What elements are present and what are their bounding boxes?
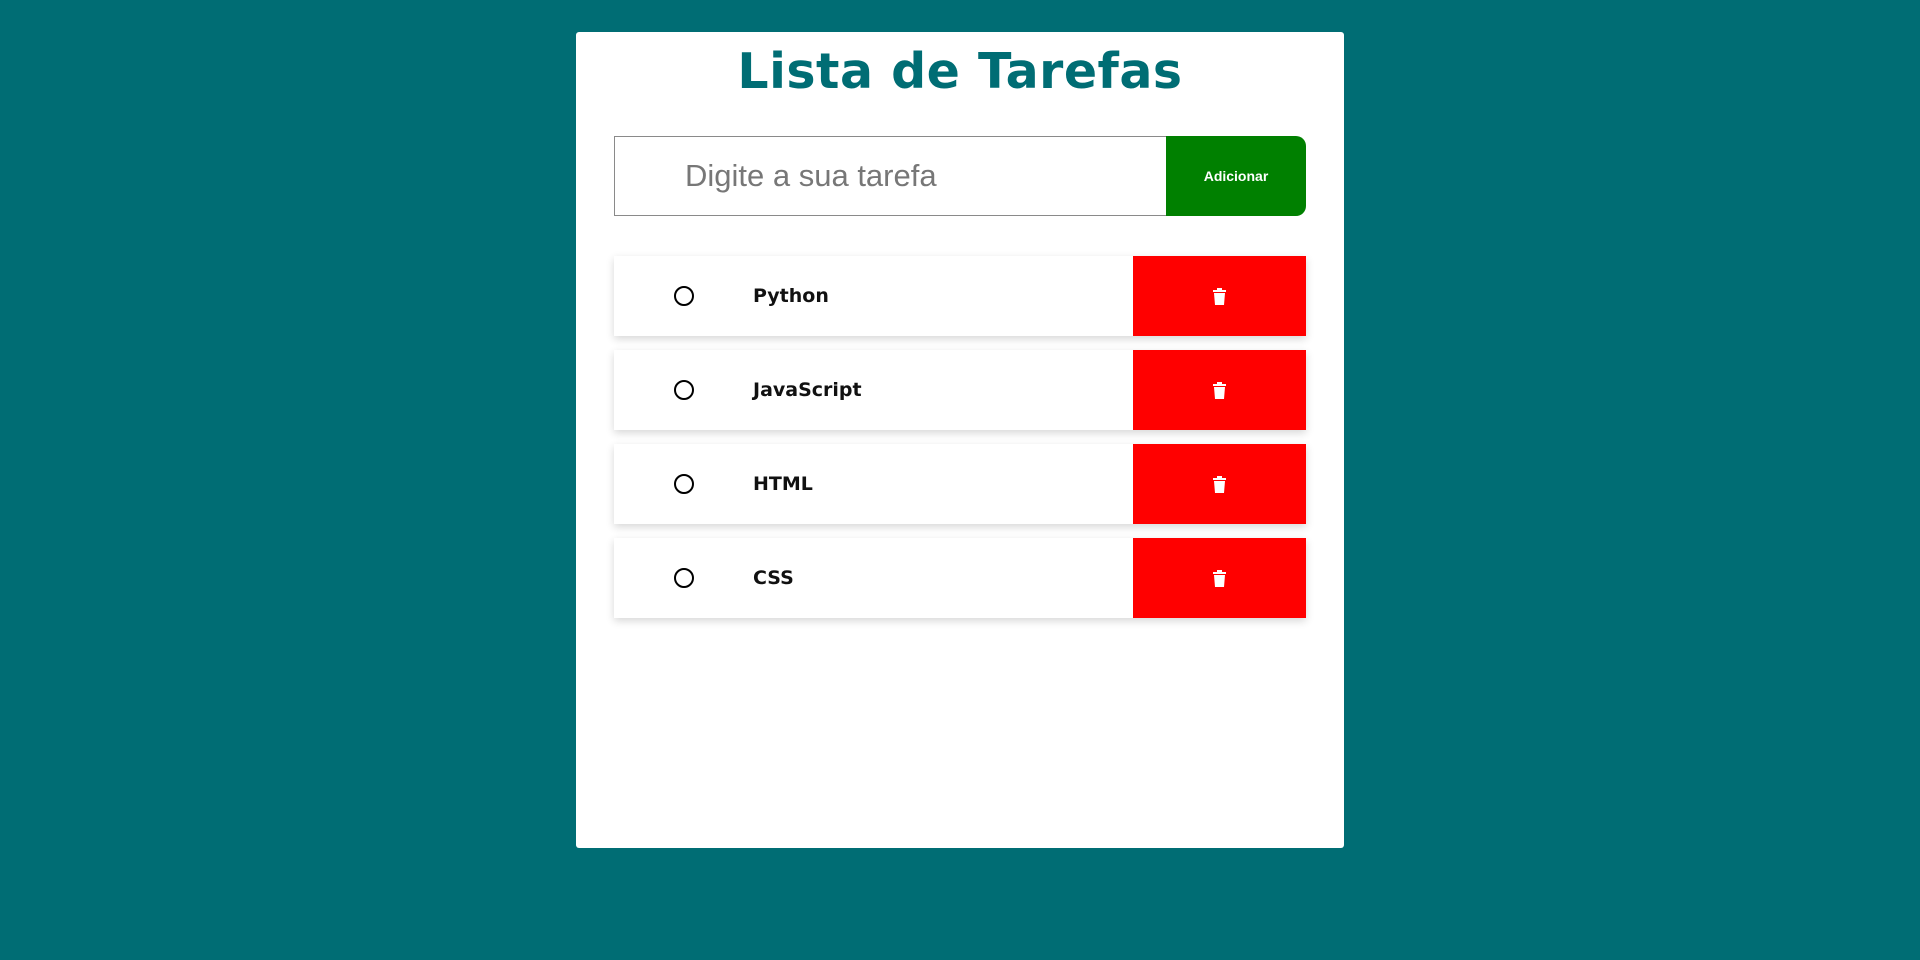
page-title: Lista de Tarefas xyxy=(737,43,1183,100)
delete-button[interactable] xyxy=(1133,256,1306,336)
task-label: Python xyxy=(753,285,829,307)
task-item: JavaScript xyxy=(614,350,1306,430)
task-item: HTML xyxy=(614,444,1306,524)
add-task-form: Adicionar xyxy=(614,136,1306,216)
task-item: Python xyxy=(614,256,1306,336)
add-button[interactable]: Adicionar xyxy=(1166,136,1306,216)
task-label: HTML xyxy=(753,473,813,495)
todo-card: Lista de Tarefas Adicionar Python JavaSc… xyxy=(576,32,1344,848)
circle-outline-icon[interactable] xyxy=(674,380,694,400)
task-input[interactable] xyxy=(614,136,1166,216)
trash-icon xyxy=(1213,381,1226,399)
delete-button[interactable] xyxy=(1133,538,1306,618)
task-item: CSS xyxy=(614,538,1306,618)
trash-icon xyxy=(1213,569,1226,587)
delete-button[interactable] xyxy=(1133,350,1306,430)
task-label: CSS xyxy=(753,567,794,589)
trash-icon xyxy=(1213,287,1226,305)
trash-icon xyxy=(1213,475,1226,493)
task-label: JavaScript xyxy=(753,379,862,401)
delete-button[interactable] xyxy=(1133,444,1306,524)
circle-outline-icon[interactable] xyxy=(674,568,694,588)
circle-outline-icon[interactable] xyxy=(674,474,694,494)
task-list: Python JavaScript HTML CSS xyxy=(614,256,1306,632)
circle-outline-icon[interactable] xyxy=(674,286,694,306)
